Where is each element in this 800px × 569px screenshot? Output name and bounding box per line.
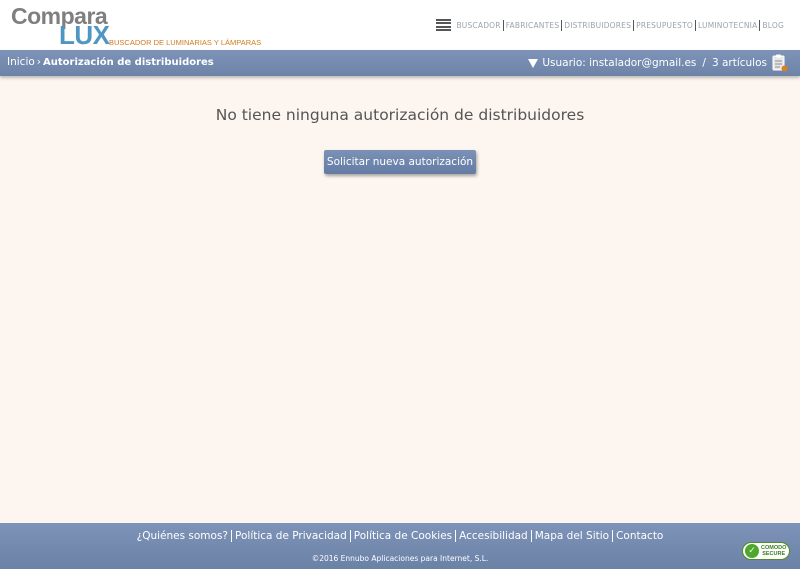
footer-link-accessibility[interactable]: Accesibilidad — [456, 530, 532, 542]
user-separator: / — [702, 57, 706, 69]
site-logo[interactable]: Compara LUX BUSCADOR DE LUMINARIAS Y LÁM… — [10, 3, 262, 50]
site-header: Compara LUX BUSCADOR DE LUMINARIAS Y LÁM… — [0, 0, 800, 50]
footer-links: ¿Quiénes somos? Política de Privacidad Pol… — [0, 530, 800, 542]
breadcrumb-home[interactable]: Inicio — [7, 56, 35, 68]
breadcrumb-current: Autorización de distribuidores — [43, 57, 214, 68]
footer-link-contact[interactable]: Contacto — [613, 530, 666, 542]
request-authorization-button[interactable]: Solicitar nueva autorización — [324, 150, 476, 174]
nav-presupuesto[interactable]: PRESUPUESTO — [634, 19, 697, 31]
copyright-text: ©2016 Ennubo Aplicaciones para Internet,… — [311, 554, 489, 563]
thumbs-up-icon: ✓ — [745, 544, 759, 558]
breadcrumb-bar: Inicio › Autorización de distribuidores Us… — [0, 50, 800, 76]
footer-link-cookies[interactable]: Política de Cookies — [350, 530, 457, 542]
nav-luminotecnia[interactable]: LUMINOTECNIA — [696, 19, 761, 31]
footer-link-privacy[interactable]: Política de Privacidad — [232, 530, 351, 542]
clipboard-cart-icon[interactable] — [772, 54, 788, 72]
breadcrumb: Inicio › Autorización de distribuidores — [7, 56, 214, 68]
dropdown-triangle-icon[interactable] — [528, 58, 539, 68]
nav-distribuidores[interactable]: DISTRIBUIDORES — [562, 19, 635, 31]
cart-link[interactable]: 3 artículos — [712, 57, 767, 69]
empty-state-message: No tiene ninguna autorización de distrib… — [215, 106, 585, 124]
breadcrumb-separator: › — [36, 56, 41, 68]
top-navigation: BUSCADOR FABRICANTES DISTRIBUIDORES PRES… — [436, 17, 786, 33]
logo-lux-text: LUX — [59, 20, 110, 50]
nav-blog[interactable]: BLOG — [760, 20, 786, 31]
footer-link-sitemap[interactable]: Mapa del Sitio — [531, 530, 614, 542]
comodo-secure-badge[interactable]: ✓ COMODO SECURE — [742, 542, 790, 560]
badge-text: COMODO SECURE — [761, 545, 786, 557]
hamburger-menu-icon[interactable] — [436, 19, 452, 31]
user-info: Usuario: instalador@gmail.es / 3 artícul… — [528, 53, 788, 73]
logo-tagline: BUSCADOR DE LUMINARIAS Y LÁMPARAS — [109, 38, 262, 47]
site-footer: ¿Quiénes somos? Política de Privacidad Pol… — [0, 523, 800, 569]
user-menu[interactable]: Usuario: instalador@gmail.es — [542, 57, 696, 69]
nav-buscador[interactable]: BUSCADOR — [454, 19, 504, 31]
badge-line2: SECURE — [762, 551, 786, 557]
footer-link-about[interactable]: ¿Quiénes somos? — [133, 530, 233, 542]
nav-fabricantes[interactable]: FABRICANTES — [504, 19, 563, 31]
